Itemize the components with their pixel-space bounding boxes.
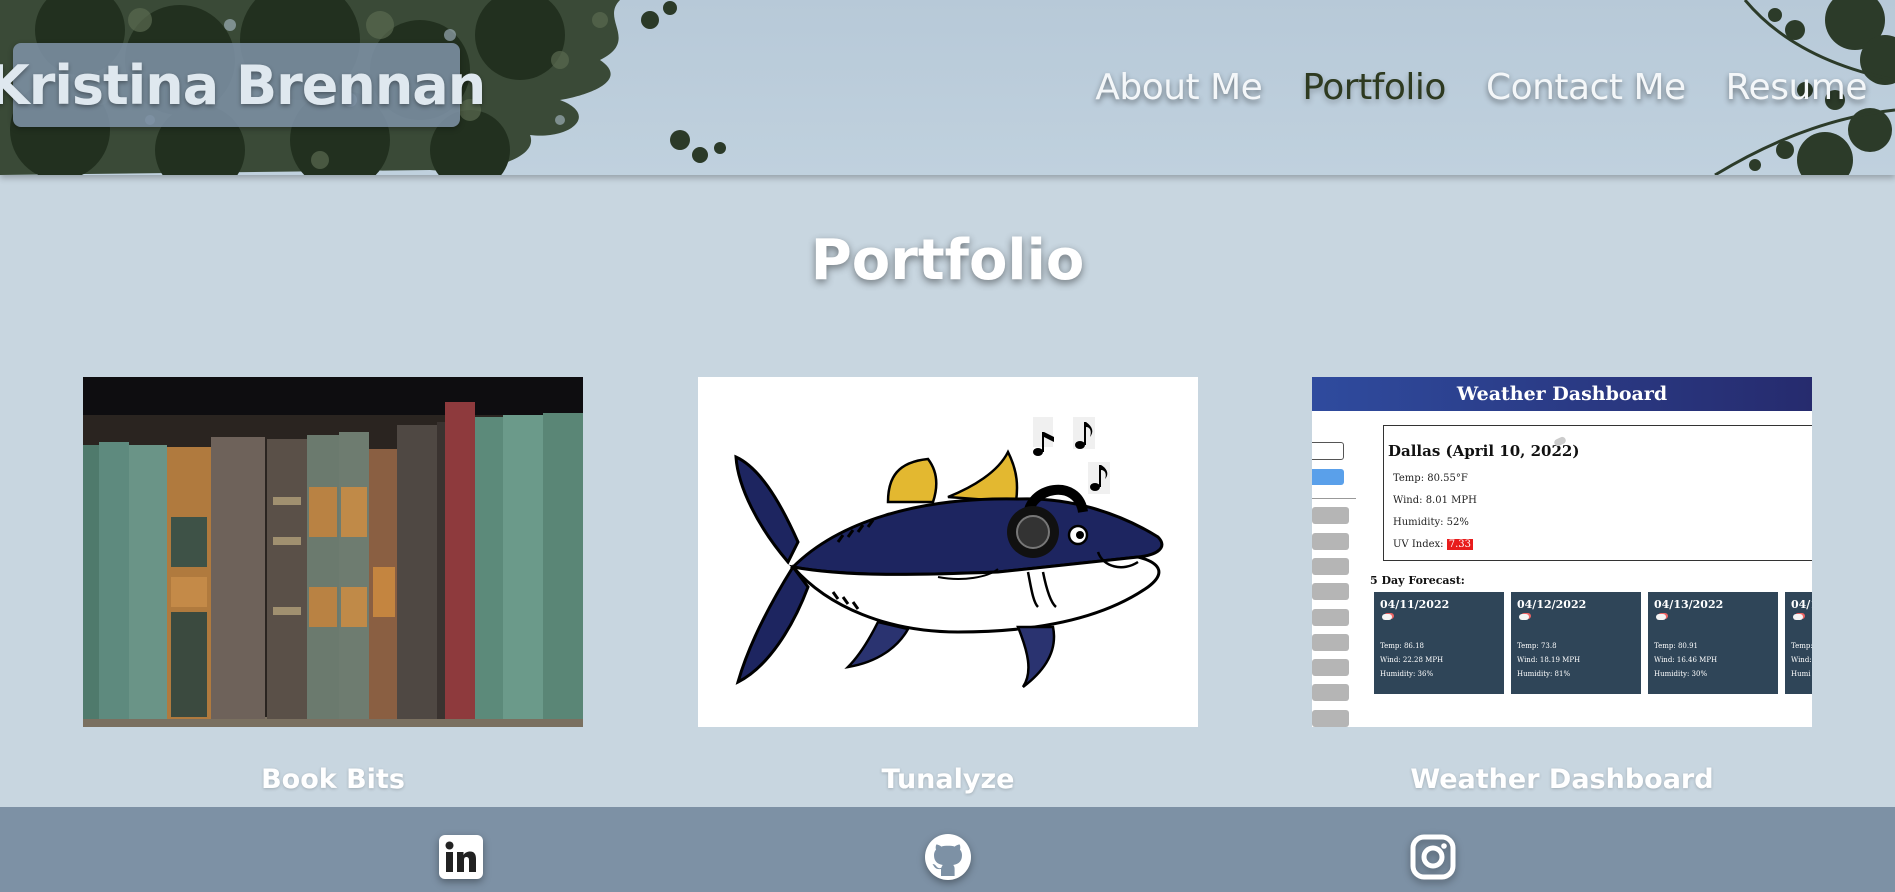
weather-preview-history-item	[1312, 609, 1349, 626]
cloud-icon	[1793, 614, 1803, 620]
project-title-tunalyze[interactable]: Tunalyze	[698, 764, 1198, 795]
bookshelf-image	[83, 377, 583, 727]
cloud-icon	[1519, 614, 1529, 620]
weather-preview-history-item	[1312, 507, 1349, 524]
weather-preview-current: Dallas (April 10, 2022) Temp: 80.55°F Wi…	[1383, 425, 1812, 561]
forecast-temp: Temp:	[1791, 642, 1812, 650]
brand-name: Kristina Brennan	[0, 53, 486, 117]
linkedin-link[interactable]	[436, 832, 486, 882]
weather-preview-forecast-day: 04/11/2022 Temp: 86.18 Wind: 22.28 MPH H…	[1374, 592, 1504, 694]
forecast-date: 04/13/2022	[1654, 598, 1724, 611]
forecast-date: 04/11/2022	[1380, 598, 1450, 611]
forecast-wind: Wind: 16.46 MPH	[1654, 656, 1718, 664]
weather-preview-uv-badge: 7.33	[1446, 539, 1473, 550]
forecast-wind: Wind: 22.28 MPH	[1380, 656, 1444, 664]
cloud-icon	[1656, 614, 1666, 620]
forecast-date: 04/12/2022	[1517, 598, 1587, 611]
project-card-weather-dashboard[interactable]: Weather Dashboard Dallas (April 10, 2022…	[1312, 377, 1812, 727]
forecast-wind: Wind: 18.19 MPH	[1517, 656, 1581, 664]
weather-preview-history-item	[1312, 634, 1349, 651]
main-nav: About Me Portfolio Contact Me Resume	[1095, 62, 1867, 112]
weather-preview-city: Dallas (April 10, 2022)	[1388, 442, 1580, 460]
forecast-wind: Wind:	[1791, 656, 1812, 664]
project-title-book-bits[interactable]: Book Bits	[83, 764, 583, 795]
instagram-link[interactable]	[1408, 832, 1458, 882]
weather-preview-uv: UV Index: 7.33	[1393, 539, 1473, 550]
project-title-weather-dashboard[interactable]: Weather Dashboard	[1312, 764, 1812, 795]
weather-preview-header: Weather Dashboard	[1312, 377, 1812, 411]
site-header: Kristina Brennan About Me Portfolio Cont…	[0, 0, 1895, 175]
weather-preview-temp: Temp: 80.55°F	[1393, 473, 1468, 484]
nav-link-contact[interactable]: Contact Me	[1486, 67, 1686, 108]
github-link[interactable]	[923, 832, 973, 882]
weather-preview-history-item	[1312, 583, 1349, 600]
forecast-temp: Temp: 86.18	[1380, 642, 1425, 650]
weather-dashboard-screenshot: Weather Dashboard Dallas (April 10, 2022…	[1312, 377, 1812, 727]
weather-preview-history-item	[1312, 684, 1349, 701]
weather-preview-forecast-day: 04/13/2022 Temp: 80.91 Wind: 16.46 MPH H…	[1648, 592, 1778, 694]
weather-preview-search-field	[1312, 442, 1344, 460]
weather-preview-forecast-label: 5 Day Forecast:	[1370, 574, 1465, 587]
weather-preview-search-button	[1312, 469, 1344, 485]
instagram-icon	[1410, 834, 1456, 880]
site-footer	[0, 807, 1895, 892]
github-icon	[925, 834, 971, 880]
project-card-tunalyze[interactable]	[698, 377, 1198, 727]
forecast-humidity: Humidity: 30%	[1654, 670, 1708, 678]
forecast-humidity: Humidity: 36%	[1380, 670, 1434, 678]
page-title: Portfolio	[810, 228, 1085, 293]
weather-preview-humidity: Humidity: 52%	[1393, 517, 1469, 528]
weather-preview-history-item	[1312, 558, 1349, 575]
weather-preview-divider	[1312, 498, 1356, 499]
weather-preview-history-item	[1312, 710, 1349, 727]
project-card-book-bits[interactable]	[83, 377, 583, 727]
forecast-temp: Temp: 73.8	[1517, 642, 1557, 650]
cloud-icon	[1382, 614, 1392, 620]
weather-preview-history-item	[1312, 533, 1349, 550]
brand-logo[interactable]: Kristina Brennan	[0, 43, 486, 127]
weather-preview-wind: Wind: 8.01 MPH	[1393, 495, 1477, 506]
forecast-humidity: Humi	[1791, 670, 1811, 678]
weather-preview-forecast-day: 04/12/2022 Temp: 73.8 Wind: 18.19 MPH Hu…	[1511, 592, 1641, 694]
weather-preview-forecast-day: 04/1 Temp: Wind: Humi	[1785, 592, 1812, 694]
forecast-temp: Temp: 80.91	[1654, 642, 1699, 650]
nav-link-resume[interactable]: Resume	[1726, 67, 1868, 108]
weather-preview-history-item	[1312, 659, 1349, 676]
forecast-date: 04/1	[1791, 598, 1812, 611]
nav-link-portfolio[interactable]: Portfolio	[1302, 67, 1446, 108]
linkedin-icon	[439, 835, 483, 879]
tuna-headphones-image	[698, 377, 1198, 727]
nav-link-about[interactable]: About Me	[1095, 67, 1263, 108]
forecast-humidity: Humidity: 81%	[1517, 670, 1571, 678]
weather-preview-uv-label: UV Index:	[1393, 539, 1444, 550]
